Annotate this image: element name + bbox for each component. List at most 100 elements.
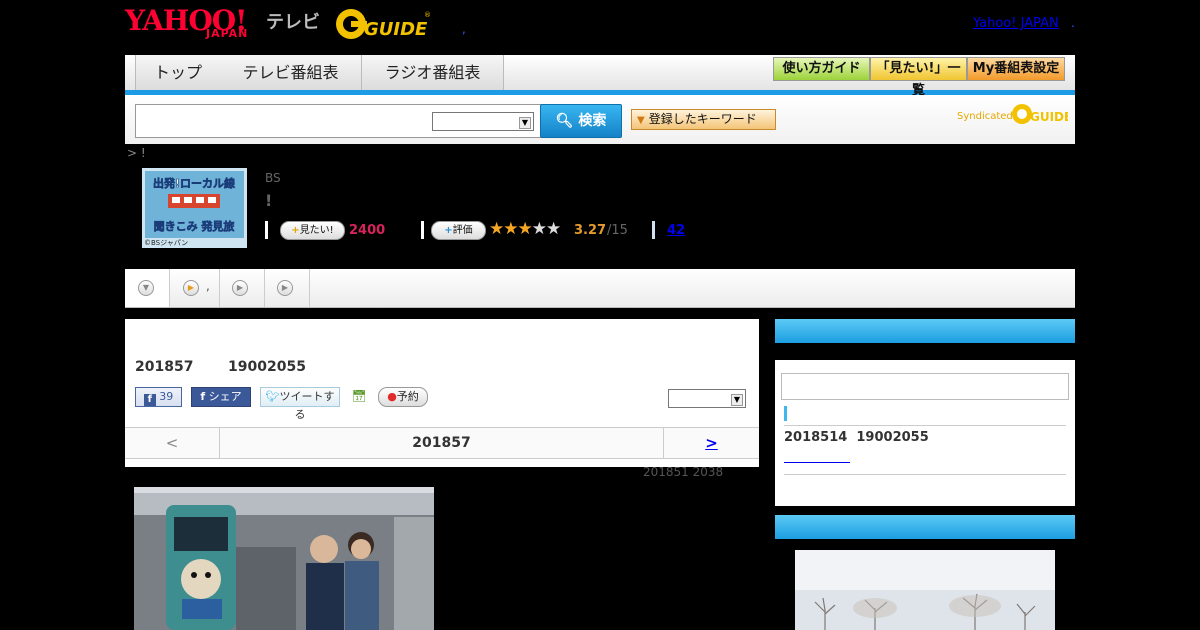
sidebar-next-date-value: 2018514 (784, 430, 848, 445)
syndicated-gguide-logo: GUIDE (1012, 104, 1068, 124)
program-channel: BS (265, 171, 281, 185)
syndicated-logo-text: GUIDE (1030, 110, 1068, 124)
divider (784, 425, 1066, 426)
sidebar-link[interactable] (784, 452, 850, 463)
tweet-button[interactable]: 🐦︎ツイートする (260, 387, 340, 421)
program-tabs: ▼ ▶ , ▶ ▶ (125, 269, 1075, 308)
rating-stars: ★★★★★ (489, 219, 561, 239)
want-count: 2400 (349, 223, 386, 238)
chevron-down-icon: ▼ (731, 394, 743, 406)
updated-timestamp: 201851 2038 (643, 465, 724, 479)
triangle-down-icon: ▼ (637, 115, 645, 126)
header-dot: . (1071, 16, 1075, 30)
star-empty-icon: ★ (531, 219, 547, 239)
pager-prev[interactable]: < (125, 428, 220, 458)
divider (265, 221, 268, 239)
thumb-caption: ©BSジャパン (144, 239, 188, 247)
my-schedule-button[interactable]: My番組表設定 (967, 57, 1065, 81)
rating-value: 3.27 (574, 223, 607, 238)
rating-max: /15 (607, 223, 628, 238)
tab-related[interactable]: ▶ (265, 269, 310, 307)
play-icon: ▶ (277, 280, 293, 296)
facebook-like-button[interactable]: f 39 (135, 387, 182, 407)
tab-radio-schedule[interactable]: ラジオ番組表 (362, 55, 504, 90)
episode-photo (134, 487, 434, 630)
program-thumbnail: 出発!ローカル線 聞きこみ 発見旅 ©BSジャパン (142, 168, 247, 248)
guide-button[interactable]: 使い方ガイド (773, 57, 870, 81)
chevron-down-icon: ▼ (519, 117, 531, 129)
yahoo-japan-link[interactable]: Yahoo! JAPAN (973, 16, 1059, 31)
pager-next[interactable]: > (664, 428, 759, 458)
rate-button-label: 評価 (452, 225, 473, 236)
tweet-label: ツイートする (279, 390, 335, 421)
search-button-label: 検索 (578, 113, 607, 129)
sidebar-next-broadcast: 2018514 19002055 (775, 319, 1075, 506)
rate-button[interactable]: +評価 (431, 221, 486, 240)
play-icon: ▶ (183, 280, 199, 296)
tab-top[interactable]: トップ (135, 55, 221, 90)
episode-select[interactable]: ▼ (668, 389, 746, 408)
svg-text:GUIDE: GUIDE (364, 19, 428, 40)
facebook-icon: f (200, 390, 206, 403)
want-list-button[interactable]: 「見たい!」一覧 (870, 57, 967, 98)
tab-episodes-label: , (206, 279, 210, 293)
star-icon: ★ (517, 219, 533, 239)
sidebar-box (781, 373, 1069, 400)
reserve-button[interactable]: ●予約 (378, 387, 428, 407)
review-count-link[interactable]: 42 (667, 223, 685, 238)
want-button-label: 見たい! (299, 225, 334, 236)
plus-icon: + (444, 225, 453, 236)
tab-overview[interactable]: ▼ (125, 269, 170, 307)
divider (652, 221, 655, 239)
tab-reviews[interactable]: ▶ (220, 269, 265, 307)
want-button[interactable]: +見たい! (280, 221, 345, 240)
pager-current: 201857 (220, 428, 664, 458)
gguide-logo[interactable]: GUIDE ® (334, 7, 430, 41)
play-icon: ▶ (232, 280, 248, 296)
search-category-select[interactable]: ▼ (432, 112, 534, 131)
tv-label[interactable]: テレビ (266, 8, 320, 34)
facebook-like-count: 39 (159, 390, 174, 403)
star-icon: ★ (489, 219, 504, 239)
episode-panel: 201857 19002055 f 39 f シェア 🐦︎ツイートする 📅︎ ●… (125, 319, 759, 467)
facebook-icon: f (143, 394, 156, 406)
main-nav: トップ テレビ番組表 ラジオ番組表 使い方ガイド 「見たい!」一覧 My番組表設… (125, 55, 1075, 98)
facebook-share-button[interactable]: f シェア (191, 387, 251, 407)
chevron-down-icon: ▼ (138, 280, 154, 296)
sidebar-header (775, 319, 1075, 343)
syndicated-label: Syndicated (957, 111, 1013, 122)
air-time: 19002055 (228, 359, 306, 375)
reserve-label: 予約 (396, 390, 419, 403)
search-area: ▼ 🔍︎ 検索 ▼ 登録したキーワード Syndicated GUIDE (125, 95, 1075, 144)
facebook-share-label: シェア (208, 390, 242, 403)
sidebar-next-time: 19002055 (856, 430, 929, 445)
sidebar-related (775, 515, 1075, 630)
sidebar-next-date: 2018514 19002055 (784, 430, 929, 445)
sidebar-accent (784, 406, 787, 421)
sidebar-related-image[interactable] (795, 550, 1055, 630)
star-empty-icon: ★ (546, 219, 561, 239)
record-icon: ● (387, 390, 397, 403)
header-comma: , (462, 22, 466, 36)
search-button[interactable]: 🔍︎ 検索 (540, 104, 622, 138)
saved-keywords-label: 登録したキーワード (648, 112, 757, 126)
saved-keywords-button[interactable]: ▼ 登録したキーワード (631, 109, 776, 130)
search-icon: 🔍︎ (555, 113, 574, 129)
sidebar-subheader (775, 343, 1075, 360)
divider (784, 474, 1066, 475)
sidebar-related-header (775, 515, 1075, 539)
thumb-title-bottom: 聞きこみ 発見旅 (154, 219, 235, 233)
plus-icon: + (291, 225, 300, 236)
breadcrumb[interactable]: > ! (127, 146, 146, 160)
star-icon: ★ (503, 219, 518, 239)
tab-episodes[interactable]: ▶ , (170, 269, 220, 307)
program-title: ! (265, 191, 273, 210)
yahoo-japan-sublogo: JAPAN (206, 27, 249, 40)
calendar-add-icon[interactable]: 📅︎ (351, 387, 367, 405)
twitter-icon: 🐦︎ (265, 390, 280, 403)
tab-tv-schedule[interactable]: テレビ番組表 (220, 55, 362, 90)
air-date: 201857 (135, 359, 194, 375)
divider (421, 221, 424, 239)
episode-pager: < 201857 > (125, 427, 759, 459)
svg-text:®: ® (424, 11, 430, 19)
